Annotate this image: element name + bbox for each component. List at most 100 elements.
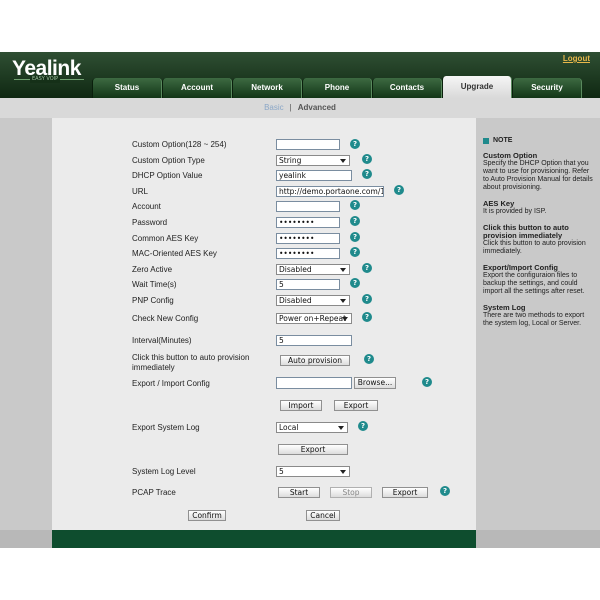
note-item-text: Click this button to auto provision imme… (483, 240, 586, 255)
zero-active-value: Disabled (279, 265, 312, 274)
help-icon[interactable]: ? (362, 312, 372, 322)
help-icon[interactable]: ? (362, 169, 372, 179)
export-import-config-label: Export / Import Config (132, 379, 210, 388)
pcap-export-button[interactable]: Export (382, 487, 428, 498)
cancel-button[interactable]: Cancel (306, 510, 340, 521)
footer-bar (52, 530, 476, 548)
help-icon[interactable]: ? (422, 377, 432, 387)
check-new-config-select[interactable]: Power on+Repeat (276, 313, 352, 324)
tab-status[interactable]: Status (92, 78, 162, 98)
custom-option-type-select[interactable]: String (276, 155, 350, 166)
logo-tagline: EASY VOIP (14, 76, 84, 85)
help-icon[interactable]: ? (350, 232, 360, 242)
pcap-stop-button[interactable]: Stop (330, 487, 372, 498)
export-config-button[interactable]: Export (334, 400, 378, 411)
main-content (52, 118, 476, 530)
dhcp-option-value-input[interactable]: yealink (276, 170, 352, 181)
sub-navigation: Basic | Advanced (0, 98, 600, 118)
chevron-down-icon (340, 159, 346, 163)
help-icon[interactable]: ? (350, 278, 360, 288)
export-system-log-button[interactable]: Export (278, 444, 348, 455)
note-item: System Log There are two methods to expor… (483, 304, 595, 328)
note-item-text: Specify the DHCP Option that you want to… (483, 160, 593, 191)
custom-option-type-label: Custom Option Type (132, 156, 205, 165)
help-icon[interactable]: ? (350, 139, 360, 149)
note-item-title: AES Key (483, 199, 515, 208)
logo-tagline-text: EASY VOIP (30, 76, 61, 83)
system-log-level-select[interactable]: 5 (276, 466, 350, 477)
mac-aes-key-input[interactable]: •••••••• (276, 248, 340, 259)
check-new-config-label: Check New Config (132, 314, 199, 323)
syslog-target-select[interactable]: Local (276, 422, 348, 433)
chevron-down-icon (342, 317, 348, 321)
help-icon[interactable]: ? (364, 354, 374, 364)
interval-input[interactable]: 5 (276, 335, 352, 346)
help-icon[interactable]: ? (362, 294, 372, 304)
note-item: Export/Import Config Export the configura… (483, 264, 595, 296)
auto-provision-button[interactable]: Auto provision (280, 355, 350, 366)
pcap-trace-label: PCAP Trace (132, 488, 176, 497)
confirm-button[interactable]: Confirm (188, 510, 226, 521)
note-square-icon (483, 138, 489, 144)
common-aes-key-label: Common AES Key (132, 234, 199, 243)
pcap-start-button[interactable]: Start (278, 487, 320, 498)
url-input[interactable]: http://demo.portaone.com/1/ (276, 186, 384, 197)
tab-network[interactable]: Network (232, 78, 302, 98)
password-label: Password (132, 218, 168, 227)
chevron-down-icon (340, 470, 346, 474)
help-icon[interactable]: ? (362, 154, 372, 164)
note-item-text: It is provided by ISP. (483, 208, 547, 215)
subnav-separator: | (289, 103, 292, 112)
help-icon[interactable]: ? (358, 421, 368, 431)
note-item-text: Export the configuraion files to backup … (483, 272, 585, 295)
tab-contacts[interactable]: Contacts (372, 78, 442, 98)
password-input[interactable]: •••••••• (276, 217, 340, 228)
footer-left-margin (0, 530, 52, 548)
zero-active-label: Zero Active (132, 265, 173, 274)
help-icon[interactable]: ? (394, 185, 404, 195)
wait-time-input[interactable]: 5 (276, 279, 340, 290)
subnav-basic-link[interactable]: Basic (264, 103, 284, 112)
tab-phone[interactable]: Phone (302, 78, 372, 98)
main-tabs: Status Account Network Phone Contacts Up… (92, 76, 582, 98)
custom-option-input[interactable] (276, 139, 340, 150)
chevron-down-icon (338, 426, 344, 430)
help-icon[interactable]: ? (350, 200, 360, 210)
import-button[interactable]: Import (280, 400, 322, 411)
note-item-title: System Log (483, 303, 526, 312)
system-log-level-value: 5 (279, 467, 284, 476)
interval-label: Interval(Minutes) (132, 336, 192, 345)
wait-time-label: Wait Time(s) (132, 280, 177, 289)
url-label: URL (132, 187, 149, 196)
auto-provision-label: Click this button to auto provision imme… (132, 353, 250, 372)
footer-right-margin (476, 530, 600, 548)
help-icon[interactable]: ? (440, 486, 450, 496)
note-heading-text: NOTE (493, 137, 513, 144)
account-label: Account (132, 202, 161, 211)
note-item-title: Custom Option (483, 151, 538, 160)
browse-button[interactable]: Browse... (354, 377, 396, 389)
config-file-input[interactable] (276, 377, 352, 389)
syslog-target-value: Local (279, 423, 299, 432)
custom-option-label: Custom Option(128 ~ 254) (132, 140, 227, 149)
help-icon[interactable]: ? (350, 247, 360, 257)
chevron-down-icon (340, 299, 346, 303)
tab-security[interactable]: Security (512, 78, 582, 98)
account-input[interactable] (276, 201, 340, 212)
chevron-down-icon (340, 268, 346, 272)
logout-link[interactable]: Logout (563, 54, 590, 63)
zero-active-select[interactable]: Disabled (276, 264, 350, 275)
pnp-config-select[interactable]: Disabled (276, 295, 350, 306)
pnp-config-label: PNP Config (132, 296, 174, 305)
subnav-advanced-link[interactable]: Advanced (298, 103, 336, 112)
help-icon[interactable]: ? (362, 263, 372, 273)
note-item-title: Click this button to auto provision imme… (483, 223, 569, 240)
tab-account[interactable]: Account (162, 78, 232, 98)
tab-upgrade[interactable]: Upgrade (442, 76, 512, 98)
help-icon[interactable]: ? (350, 216, 360, 226)
note-item-text: There are two methods to export the syst… (483, 312, 585, 327)
note-heading: NOTE (483, 137, 595, 145)
note-item-title: Export/Import Config (483, 263, 558, 272)
common-aes-key-input[interactable]: •••••••• (276, 233, 340, 244)
check-new-config-value: Power on+Repeat (279, 314, 347, 323)
